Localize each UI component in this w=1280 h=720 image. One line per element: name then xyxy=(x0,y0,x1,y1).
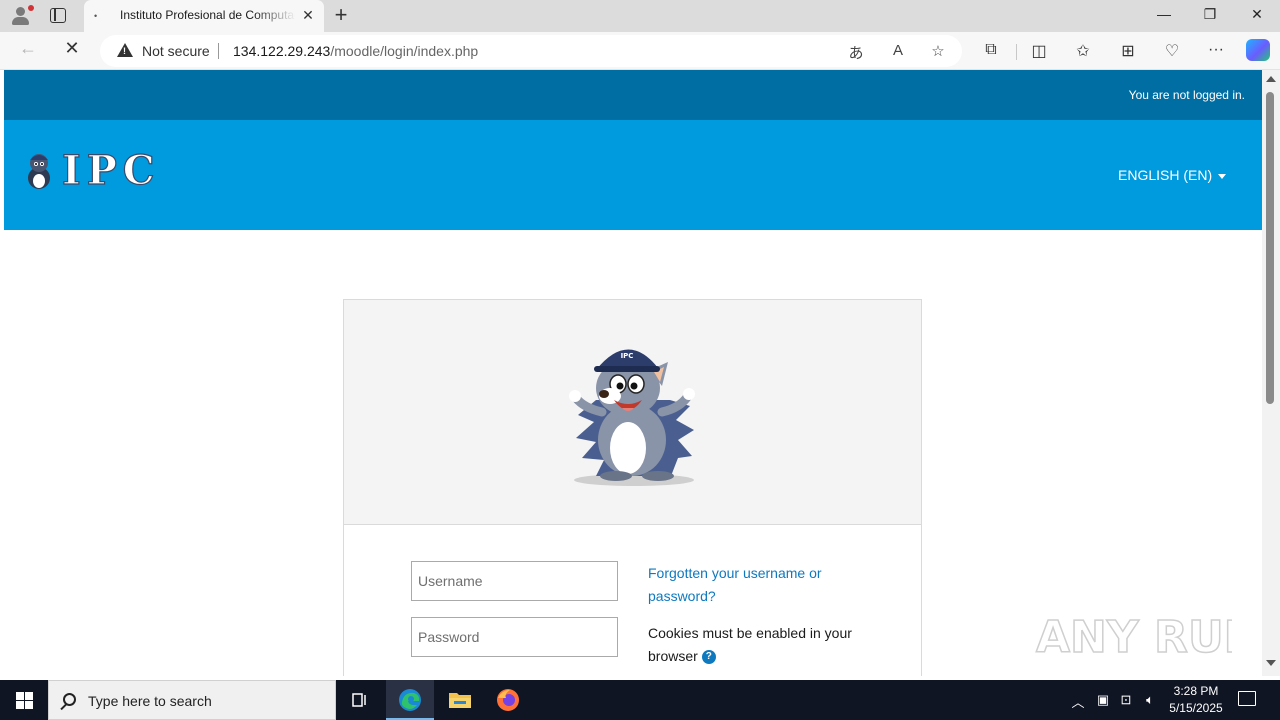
profile-icon[interactable] xyxy=(8,5,34,27)
scrollbar-thumb[interactable] xyxy=(1266,92,1274,404)
browser-titlebar: • Instituto Profesional de Computación ✕… xyxy=(0,0,1280,32)
svg-text:IPC: IPC xyxy=(62,148,161,190)
clock-time: 3:28 PM xyxy=(1173,684,1219,698)
split-screen-icon[interactable]: ◫ xyxy=(1028,41,1050,61)
search-icon xyxy=(63,693,76,706)
volume-icon[interactable]: 🔈︎ xyxy=(1140,692,1160,708)
page-scrollbar[interactable] xyxy=(1262,70,1280,676)
back-icon[interactable]: ← xyxy=(16,38,40,59)
firefox-button[interactable] xyxy=(484,680,532,720)
task-view-button[interactable] xyxy=(336,680,384,720)
username-input[interactable] xyxy=(411,561,618,601)
tab-close-icon[interactable]: ✕ xyxy=(300,7,316,24)
address-bar[interactable]: ! Not secure 134.122.29.243/moodle/login… xyxy=(100,35,962,67)
translate-icon[interactable]: あ xyxy=(846,42,866,63)
mascot-image: IPC xyxy=(569,349,695,486)
taskbar-clock[interactable]: 3:28 PM 5/15/2025 xyxy=(1164,683,1228,717)
scroll-up-icon[interactable] xyxy=(1266,76,1276,82)
login-logo-area: IPC xyxy=(344,300,921,525)
password-input[interactable] xyxy=(411,617,618,657)
edge-icon xyxy=(399,689,421,711)
language-label: ENGLISH (EN) xyxy=(1118,167,1213,183)
help-icon[interactable]: ? xyxy=(701,650,716,665)
start-button[interactable] xyxy=(0,680,48,720)
svg-text:ANY RUN: ANY RUN xyxy=(1036,612,1232,663)
anyrun-watermark: ANY RUN xyxy=(1035,611,1232,664)
show-hidden-icons-icon[interactable]: ︿ xyxy=(1068,692,1088,711)
copilot-icon[interactable] xyxy=(1246,39,1270,61)
folder-icon xyxy=(449,693,471,708)
minimize-icon[interactable]: — xyxy=(1154,6,1174,22)
tab-actions-icon[interactable] xyxy=(50,8,66,23)
collections-icon[interactable]: ⊞ xyxy=(1117,41,1139,61)
browser-toolbar: ← ✕ ! Not secure 134.122.29.243/moodle/l… xyxy=(0,32,1280,70)
extensions-icon[interactable]: ⧉ xyxy=(980,41,1002,59)
favorites-icon[interactable]: ✩ xyxy=(1072,41,1094,61)
language-selector[interactable]: ENGLISH (EN) xyxy=(1118,167,1227,183)
window-close-icon[interactable]: ✕ xyxy=(1247,6,1267,23)
network-icon[interactable]: ⊡ xyxy=(1116,692,1136,708)
favorite-star-icon[interactable]: ☆ xyxy=(928,42,948,60)
scroll-down-icon[interactable] xyxy=(1266,660,1276,666)
site-logo[interactable]: IPC xyxy=(22,148,212,190)
browser-essentials-icon[interactable]: ♡ xyxy=(1161,41,1183,61)
security-label[interactable]: Not secure xyxy=(142,43,210,59)
edge-taskbar-button[interactable] xyxy=(386,680,434,720)
stop-loading-icon[interactable]: ✕ xyxy=(60,38,84,59)
firefox-icon xyxy=(497,689,519,711)
url-text[interactable]: 134.122.29.243/moodle/login/index.php xyxy=(233,43,478,59)
restore-icon[interactable]: ❐ xyxy=(1200,6,1220,23)
windows-taskbar: Type here to search ︿ ▣ ⊡ 🔈︎ 3:28 PM 5/1… xyxy=(0,680,1280,720)
file-explorer-button[interactable] xyxy=(436,680,484,720)
new-tab-icon[interactable]: + xyxy=(330,3,352,27)
page-viewport: You are not logged in. IPC ENGLISH (EN) xyxy=(4,70,1262,676)
login-card: IPC Forgotten your username or password?… xyxy=(343,299,922,676)
clock-date: 5/15/2025 xyxy=(1169,701,1223,715)
more-menu-icon[interactable]: ··· xyxy=(1205,41,1227,59)
browser-tab-active[interactable]: • Instituto Profesional de Computación ✕ xyxy=(84,0,324,32)
chevron-down-icon xyxy=(1218,173,1227,179)
cookies-notice: Cookies must be enabled in your browser? xyxy=(648,625,852,665)
search-placeholder: Type here to search xyxy=(88,693,212,709)
task-view-icon xyxy=(352,693,366,707)
site-header: IPC ENGLISH (EN) xyxy=(4,120,1262,230)
login-status: You are not logged in. xyxy=(1128,88,1245,102)
notification-icon[interactable] xyxy=(1238,691,1256,706)
tab-favicon-icon: • xyxy=(94,11,98,21)
top-navbar: You are not logged in. xyxy=(4,70,1262,120)
svg-text:IPC: IPC xyxy=(621,352,634,360)
taskbar-search[interactable]: Type here to search xyxy=(48,680,336,720)
tray-app-icon[interactable]: ▣ xyxy=(1093,692,1113,708)
forgot-password-link[interactable]: Forgotten your username or password? xyxy=(648,562,858,608)
read-aloud-icon[interactable]: A xyxy=(888,42,908,59)
